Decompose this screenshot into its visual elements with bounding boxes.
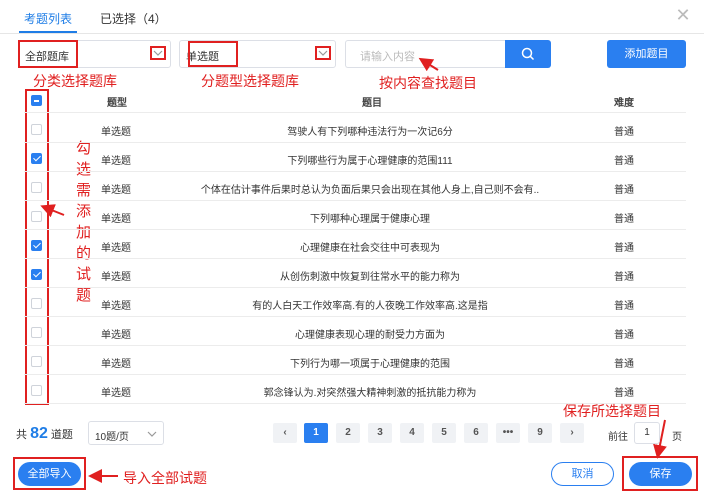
page-button[interactable]: 4 [400,423,424,443]
row-type: 单选题 [101,214,131,225]
chevron-down-icon[interactable] [318,49,328,57]
row-divider [24,316,686,317]
page-button[interactable]: 9 [528,423,552,443]
header-difficulty: 难度 [614,98,634,109]
row-divider [24,229,686,230]
page-size-value: 10题/页 [95,432,129,443]
page-button[interactable]: 6 [464,423,488,443]
page-button[interactable]: 3 [368,423,392,443]
page-button[interactable]: 1 [304,423,328,443]
annotation-check: 勾选需添加的试题 [76,140,92,304]
row-question: 心理健康在社会交往中可表现为 [300,243,440,254]
annotation-type: 分题型选择题库 [201,73,299,89]
row-divider [24,171,686,172]
row-type: 单选题 [101,272,131,283]
row-checkbox[interactable] [31,385,42,396]
row-question: 下列哪些行为属于心理健康的范围111 [287,156,453,167]
header-type: 题型 [107,98,127,109]
chevron-down-icon[interactable] [153,49,163,57]
annotation-bank: 分类选择题库 [33,73,117,89]
row-question: 有的人白天工作效率高.有的人夜晚工作效率高.这是指 [252,301,488,312]
search-icon [521,47,535,61]
row-divider [24,374,686,375]
row-divider [24,287,686,288]
row-divider [24,142,686,143]
page-button[interactable]: 2 [336,423,360,443]
page-button[interactable]: 5 [432,423,456,443]
goto-suffix: 页 [672,432,682,443]
page-button[interactable]: ••• [496,423,520,443]
search-placeholder: 请输入内容 [360,51,415,63]
row-divider [24,258,686,259]
select-all-checkbox[interactable] [31,95,42,106]
search-input[interactable]: 请输入内容 [345,40,505,68]
goto-page-input[interactable]: 1 [634,422,660,444]
annotation-search: 按内容查找题目 [379,75,477,91]
row-question: 下列行为哪一项属于心理健康的范围 [290,359,450,370]
header-question: 题目 [362,98,382,109]
page-size-select[interactable]: 10题/页 [88,421,164,445]
row-type: 单选题 [101,359,131,370]
row-question: 郭念锋认为.对突然强大精神刺激的抵抗能力称为 [263,388,477,399]
row-divider [24,345,686,346]
tab-selected[interactable]: 已选择（4） [100,10,167,27]
row-difficulty: 普通 [614,388,634,399]
annotation-import: 导入全部试题 [123,470,207,486]
row-question: 心理健康表现心理的耐受力方面为 [295,330,445,341]
row-checkbox[interactable] [31,298,42,309]
tab-question-list[interactable]: 考题列表 [24,10,72,27]
annotation-save: 保存所选择题目 [563,403,661,419]
row-checkbox[interactable] [31,240,42,251]
tab-divider [0,33,704,34]
search-button[interactable] [505,40,551,68]
row-checkbox[interactable] [31,327,42,338]
row-type: 单选题 [101,243,131,254]
row-difficulty: 普通 [614,330,634,341]
row-type: 单选题 [101,301,131,312]
row-difficulty: 普通 [614,127,634,138]
row-difficulty: 普通 [614,185,634,196]
row-question: 驾驶人有下列哪种违法行为一次记6分 [287,127,453,138]
row-question: 个体在估计事件后果时总认为负面后果只会出现在其他人身上,自己则不会有.. [200,185,540,196]
total-number: 82 [30,425,48,442]
row-checkbox[interactable] [31,182,42,193]
total-count: 共 82 道题 [16,425,73,443]
row-checkbox[interactable] [31,211,42,222]
total-prefix: 共 [16,429,27,441]
total-suffix: 道题 [50,429,73,441]
type-select-highlight [188,41,238,67]
row-checkbox[interactable] [31,153,42,164]
row-difficulty: 普通 [614,272,634,283]
row-difficulty: 普通 [614,359,634,370]
row-type: 单选题 [101,185,131,196]
row-type: 单选题 [101,156,131,167]
row-question: 下列哪种心理属于健康心理 [310,214,430,225]
bank-select-highlight [18,40,78,68]
row-difficulty: 普通 [614,301,634,312]
row-checkbox[interactable] [31,356,42,367]
row-difficulty: 普通 [614,156,634,167]
prev-page-button[interactable]: ‹ [273,423,297,443]
row-type: 单选题 [101,330,131,341]
row-type: 单选题 [101,388,131,399]
row-difficulty: 普通 [614,243,634,254]
cancel-button[interactable]: 取消 [551,462,614,486]
row-divider [24,200,686,201]
row-difficulty: 普通 [614,214,634,225]
row-type: 单选题 [101,127,131,138]
goto-prefix: 前往 [608,432,628,443]
row-checkbox[interactable] [31,269,42,280]
row-question: 从创伤刺激中恢复到往常水平的能力称为 [280,272,460,283]
chevron-down-icon [147,431,157,437]
close-icon[interactable]: ✕ [674,6,692,24]
import-all-button[interactable]: 全部导入 [18,462,81,486]
row-checkbox[interactable] [31,124,42,135]
header-divider [24,112,686,113]
next-page-button[interactable]: › [560,423,584,443]
save-button[interactable]: 保存 [629,462,692,486]
add-question-button[interactable]: 添加题目 [607,40,686,68]
